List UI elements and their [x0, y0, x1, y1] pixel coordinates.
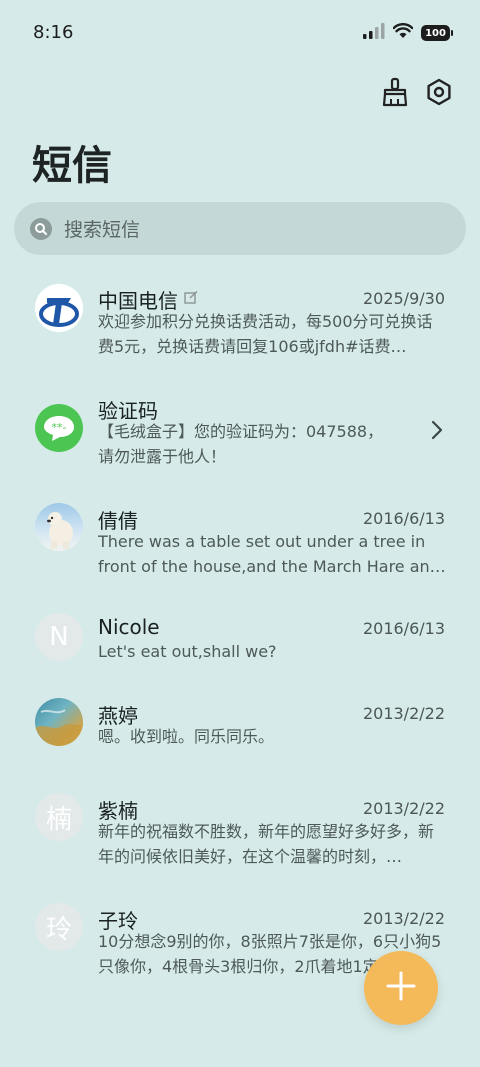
conversation-preview: Let's eat out,shall we? [98, 642, 277, 661]
conversation-preview: 【毛绒盒子】您的验证码为：047588，请勿泄露于他人！ [98, 422, 384, 466]
search-placeholder: 搜索短信 [64, 219, 141, 241]
broom-icon [381, 77, 409, 111]
conversation-item[interactable]: 中国电信 2025/9/30 欢迎参加积分兑换话费活动，每500分可兑换话费5元… [0, 272, 480, 372]
conversation-item[interactable]: N Nicole 2016/6/13 Let's eat out,shall w… [0, 602, 480, 682]
conversation-date: 2013/2/22 [362, 704, 445, 723]
conversation-name: Nicole [98, 615, 160, 639]
gear-icon [425, 78, 453, 110]
status-bar: 8:16 100 [0, 0, 480, 68]
china-telecom-logo [35, 284, 83, 332]
wifi-icon [392, 23, 414, 43]
conversation-date: 2016/6/13 [362, 509, 445, 528]
conversation-item[interactable]: **- 验证码 【毛绒盒子】您的验证码为：047588，请勿泄露于他人！ [0, 382, 480, 482]
conversation-date: 2025/9/30 [362, 289, 445, 308]
search-icon [30, 217, 52, 240]
page-title: 短信 [32, 143, 112, 189]
conversation-item[interactable]: 燕婷 2013/2/22 嗯。收到啦。同乐同乐。 [0, 687, 480, 767]
plus-icon [386, 971, 416, 1005]
conversation-preview: 嗯。收到啦。同乐同乐。 [98, 727, 275, 746]
avatar: 玲 [35, 903, 83, 951]
conversation-date: 2016/6/13 [362, 619, 445, 638]
message-icon: **- [35, 404, 83, 452]
search-bar[interactable]: 搜索短信 [14, 202, 466, 255]
svg-text:**-: **- [52, 421, 67, 434]
conversation-date: 2013/2/22 [362, 799, 445, 818]
conversation-date: 2013/2/22 [362, 909, 445, 928]
status-icons: 100 [363, 23, 453, 43]
battery-indicator: 100 [421, 25, 453, 41]
polar-bear-photo [35, 503, 83, 551]
clean-button[interactable] [377, 76, 413, 112]
settings-button[interactable] [421, 76, 457, 112]
landscape-photo [35, 698, 83, 746]
signal-icon [363, 23, 385, 43]
conversation-item[interactable]: 楠 紫楠 2013/2/22 新年的祝福数不胜数，新年的愿望好多好多，新年的问候… [0, 782, 480, 882]
conversation-item[interactable]: 倩倩 2016/6/13 There was a table set out u… [0, 492, 480, 592]
avatar: N [35, 613, 83, 661]
edit-note-icon [184, 290, 198, 309]
chevron-right-icon[interactable] [431, 420, 443, 444]
new-message-button[interactable] [364, 951, 438, 1025]
conversation-preview: There was a table set out under a tree i… [98, 532, 446, 576]
avatar: 楠 [35, 793, 83, 841]
conversation-preview: 新年的祝福数不胜数，新年的愿望好多好多，新年的问候依旧美好，在这个温馨的时刻，… [98, 822, 435, 866]
status-time: 8:16 [33, 22, 74, 43]
conversation-preview: 欢迎参加积分兑换话费活动，每500分可兑换话费5元，兑换话费请回复106或jfd… [98, 312, 433, 356]
